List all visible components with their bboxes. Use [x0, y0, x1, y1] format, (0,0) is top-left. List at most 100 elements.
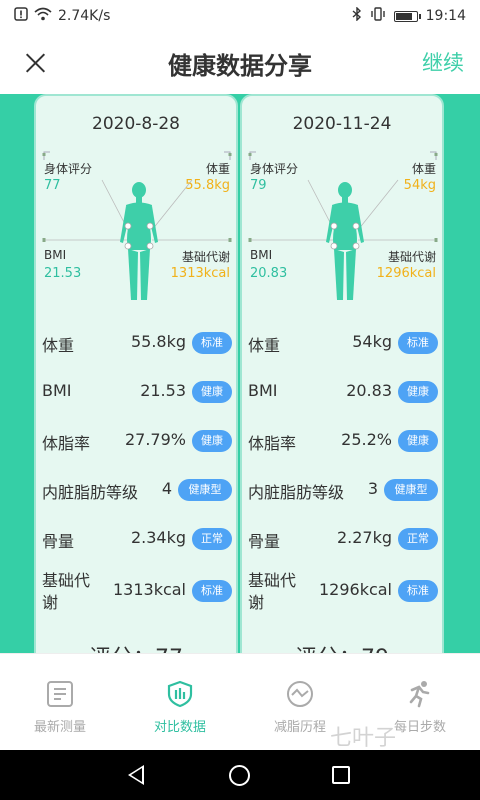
nav-label: 最新测量: [33, 720, 86, 735]
metric-name: 体重: [248, 336, 281, 355]
metric-row: 体重 54kg 标准: [248, 324, 438, 364]
metric-value: 54kg: [352, 332, 392, 351]
weight-label: 体重: [205, 162, 230, 176]
wifi-icon: [34, 7, 52, 25]
metric-row: BMI 20.83 健康: [248, 373, 438, 413]
metric-name: 骨量: [248, 532, 281, 551]
metric-row: 骨量 2.27kg 正常: [248, 520, 438, 560]
running-icon: [406, 680, 434, 708]
score-label: 身体评分: [250, 162, 299, 176]
score-summary: 评分：77: [36, 640, 236, 653]
score-value: 79: [250, 178, 267, 193]
status-badge: 标准: [398, 580, 438, 602]
bmi-label: BMI: [250, 248, 273, 262]
metric-name: BMI: [42, 381, 72, 400]
status-badge: 正常: [398, 528, 438, 550]
metric-value: 20.83: [346, 381, 392, 400]
metric-name: 基础代谢: [248, 570, 296, 614]
metric-row: 内脏脂肪等级 4 健康型: [42, 471, 232, 511]
metric-value: 21.53: [140, 381, 186, 400]
status-badge: 标准: [192, 580, 232, 602]
score-value: 77: [44, 178, 61, 193]
weight-label: 体重: [411, 162, 436, 176]
status-badge: 正常: [192, 528, 232, 550]
alert-icon: [14, 7, 28, 25]
bmr-label: 基础代谢: [387, 250, 436, 264]
weight-value: 54kg: [403, 178, 436, 193]
metric-value: 25.2%: [341, 430, 392, 449]
status-badge: 健康: [192, 430, 232, 452]
network-speed: 2.74K/s: [58, 8, 111, 24]
metric-name: 基础代谢: [42, 570, 90, 614]
status-badge: 标准: [192, 332, 232, 354]
bluetooth-icon: [352, 6, 362, 25]
bmi-value: 20.83: [250, 266, 288, 281]
metric-name: 内脏脂肪等级: [42, 483, 139, 502]
nav-label: 对比数据: [153, 720, 206, 735]
weight-value: 55.8kg: [185, 178, 230, 193]
metric-row: 内脏脂肪等级 3 健康型: [248, 471, 438, 511]
bmi-label: BMI: [44, 248, 67, 262]
measurement-card: 2020-8-28 身体评分 77 体重 55.8kg BMI 21.53 基础代谢 1313k…: [34, 94, 238, 653]
nav-item-latest[interactable]: 最新测量: [0, 654, 120, 751]
continue-button[interactable]: 继续: [422, 47, 464, 77]
metric-name: 体脂率: [248, 434, 297, 453]
metric-value: 3: [367, 479, 378, 498]
system-nav-bar: [0, 750, 480, 800]
body-figure: 身体评分 79 体重 54kg BMI 20.83 基础代谢 1296kcal: [248, 150, 438, 310]
metric-value: 2.34kg: [130, 528, 186, 547]
status-bar: 2.74K/s 19:14: [0, 0, 480, 32]
status-badge: 健康型: [384, 479, 438, 501]
metric-row: 基础代谢 1313kcal 标准: [42, 570, 232, 614]
vibrate-icon: [370, 7, 386, 25]
battery-icon: [393, 10, 421, 22]
metric-row: 体重 55.8kg 标准: [42, 324, 232, 364]
status-badge: 健康型: [178, 479, 232, 501]
metric-value: 1296kcal: [318, 580, 392, 599]
metric-row: 基础代谢 1296kcal 标准: [248, 570, 438, 614]
status-badge: 健康: [398, 430, 438, 452]
bmr-value: 1313kcal: [170, 266, 230, 281]
metric-name-line: 谢: [42, 593, 59, 612]
measurement-card: 2020-11-24 身体评分 79 体重 54kg BMI 20.83 基础代谢 1296kc…: [240, 94, 444, 653]
metric-value: 2.27kg: [336, 528, 392, 547]
metric-value: 1313kcal: [112, 580, 186, 599]
report-icon: [46, 680, 74, 708]
metric-value: 4: [161, 479, 172, 498]
metric-name-line: 基础代: [248, 571, 297, 590]
comparison-content[interactable]: 2020-8-28 身体评分 77 体重 55.8kg BMI 21.53 基础代谢 1313k…: [0, 94, 480, 653]
metric-name-line: 基础代: [42, 571, 91, 590]
app-header: 健康数据分享 继续: [0, 32, 480, 94]
status-badge: 健康: [192, 381, 232, 403]
metric-name: 骨量: [42, 532, 75, 551]
metric-name: 体脂率: [42, 434, 91, 453]
status-badge: 标准: [398, 332, 438, 354]
status-badge: 健康: [398, 381, 438, 403]
nav-item-compare[interactable]: 对比数据: [120, 654, 240, 751]
body-figure: 身体评分 77 体重 55.8kg BMI 21.53 基础代谢 1313kcal: [42, 150, 232, 310]
trend-icon: [286, 680, 314, 708]
metric-name: BMI: [248, 381, 278, 400]
metric-row: 骨量 2.34kg 正常: [42, 520, 232, 560]
metric-name: 内脏脂肪等级: [248, 483, 345, 502]
score-label: 身体评分: [44, 162, 93, 176]
metric-row: BMI 21.53 健康: [42, 373, 232, 413]
score-summary: 评分：79: [242, 640, 442, 653]
home-icon[interactable]: [229, 765, 250, 786]
page-title: 健康数据分享: [168, 52, 312, 80]
bmr-value: 1296kcal: [376, 266, 436, 281]
metric-row: 体脂率 27.79% 健康: [42, 422, 232, 462]
card-date: 2020-8-28: [92, 114, 180, 134]
metric-name: 体重: [42, 336, 75, 355]
metric-row: 体脂率 25.2% 健康: [248, 422, 438, 462]
clock: 19:14: [425, 8, 466, 24]
card-date: 2020-11-24: [292, 114, 392, 134]
metric-value: 27.79%: [124, 430, 186, 449]
recent-apps-icon[interactable]: [332, 766, 350, 784]
compare-icon: [166, 680, 194, 708]
bmi-value: 21.53: [44, 266, 82, 281]
metric-name-line: 谢: [248, 593, 265, 612]
bmr-label: 基础代谢: [181, 250, 230, 264]
metric-value: 55.8kg: [130, 332, 186, 351]
back-icon[interactable]: [128, 765, 144, 785]
